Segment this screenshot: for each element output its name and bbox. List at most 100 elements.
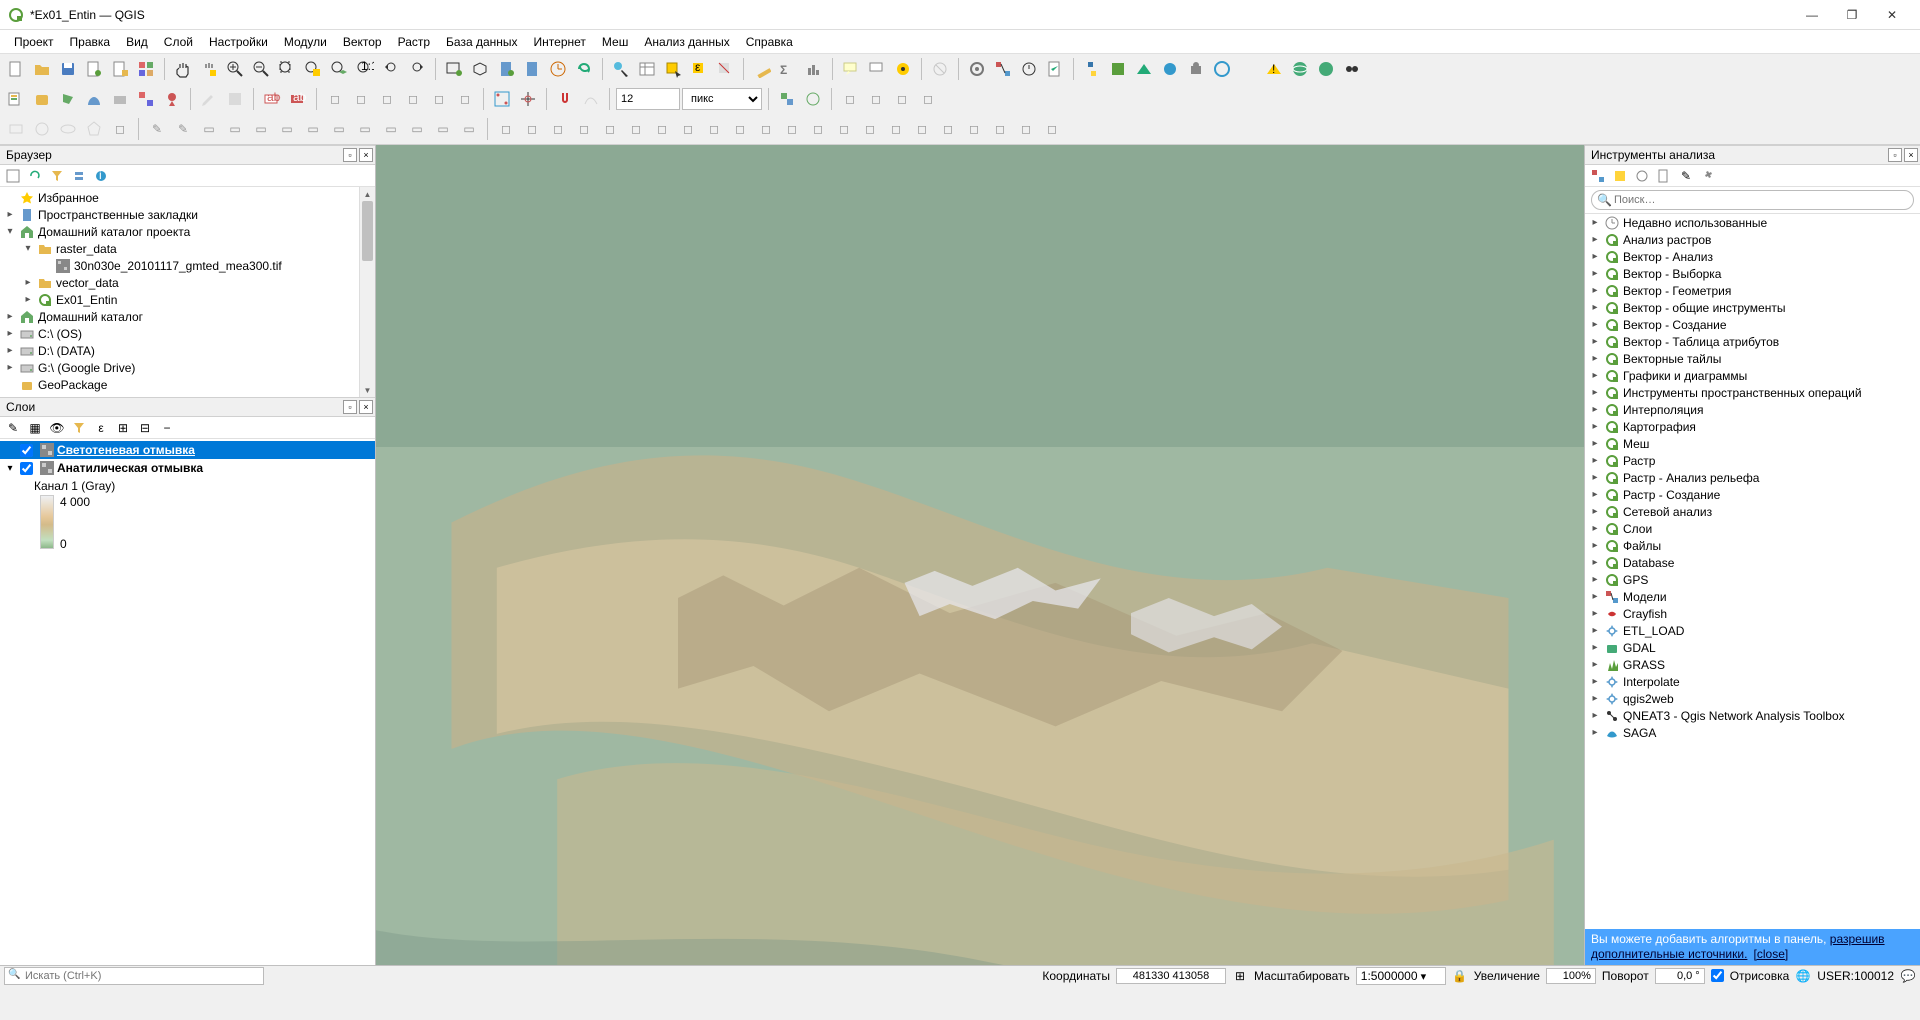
new-project-button[interactable]: [4, 57, 28, 81]
processing-group[interactable]: ▸Векторные тайлы: [1585, 350, 1920, 367]
expand-icon[interactable]: ▸: [1589, 523, 1601, 534]
processing-group[interactable]: ▸Вектор - Таблица атрибутов: [1585, 333, 1920, 350]
expand-icon[interactable]: ▸: [1589, 727, 1601, 738]
topo-snap-button[interactable]: [801, 87, 825, 111]
expand-icon[interactable]: ▸: [1589, 336, 1601, 347]
browser-item[interactable]: ▸G:\ (Google Drive): [0, 359, 375, 376]
processing-group[interactable]: ▸Сетевой анализ: [1585, 503, 1920, 520]
toolbox-button[interactable]: [965, 57, 989, 81]
extents-icon[interactable]: ⊞: [1232, 968, 1248, 984]
browser-filter-button[interactable]: [48, 167, 66, 185]
processing-group[interactable]: ▸Интерполяция: [1585, 401, 1920, 418]
expand-icon[interactable]: ▸: [1589, 506, 1601, 517]
expand-icon[interactable]: ▸: [1589, 574, 1601, 585]
menu-edit[interactable]: Правка: [62, 33, 119, 51]
messages-icon[interactable]: 💬: [1900, 968, 1916, 984]
scale-value[interactable]: 1:5000000 ▾: [1356, 967, 1446, 985]
browser-item[interactable]: ▸D:\ (DATA): [0, 342, 375, 359]
menu-mesh[interactable]: Меш: [594, 33, 636, 51]
processing-group[interactable]: ▸Растр - Анализ рельефа: [1585, 469, 1920, 486]
expand-icon[interactable]: ▸: [4, 345, 16, 356]
menu-vector[interactable]: Вектор: [335, 33, 390, 51]
refresh-button[interactable]: [572, 57, 596, 81]
browser-item[interactable]: Избранное: [0, 189, 375, 206]
python-console-button[interactable]: [1080, 57, 1104, 81]
new-virtual-layer-button[interactable]: [134, 87, 158, 111]
pan-button[interactable]: [171, 57, 195, 81]
expand-icon[interactable]: ▸: [1589, 268, 1601, 279]
show-decorations-button[interactable]: [891, 57, 915, 81]
expand-icon[interactable]: ▸: [1589, 710, 1601, 721]
menu-database[interactable]: База данных: [438, 33, 525, 51]
expand-icon[interactable]: ▸: [1589, 370, 1601, 381]
georef-button[interactable]: [490, 87, 514, 111]
menu-settings[interactable]: Настройки: [201, 33, 276, 51]
scroll-down-icon[interactable]: ▼: [360, 383, 375, 397]
layers-remove-button[interactable]: −: [158, 419, 176, 437]
zoom-to-selection-button[interactable]: [301, 57, 325, 81]
history-button[interactable]: [1017, 57, 1041, 81]
processing-group[interactable]: ▸Файлы: [1585, 537, 1920, 554]
expand-icon[interactable]: ▸: [4, 328, 16, 339]
browser-undock-button[interactable]: ▫: [343, 148, 357, 162]
new-shapefile-button[interactable]: [56, 87, 80, 111]
proc-results-button[interactable]: [1655, 167, 1673, 185]
layers-close-button[interactable]: ×: [359, 400, 373, 414]
expand-icon[interactable]: ▸: [1589, 421, 1601, 432]
processing-group[interactable]: ▸Графики и диаграммы: [1585, 367, 1920, 384]
maptips-button[interactable]: [839, 57, 863, 81]
plugin-button-5[interactable]: [1210, 57, 1234, 81]
browser-scrollbar[interactable]: ▲ ▼: [359, 187, 375, 397]
new-map-view-button[interactable]: [442, 57, 466, 81]
render-checkbox[interactable]: [1711, 969, 1724, 982]
expand-icon[interactable]: ▸: [1589, 404, 1601, 415]
new-gps-layer-button[interactable]: [160, 87, 184, 111]
expand-icon[interactable]: ▸: [1589, 557, 1601, 568]
proc-model-button[interactable]: [1589, 167, 1607, 185]
user-label[interactable]: USER:100012: [1817, 969, 1894, 983]
menu-help[interactable]: Справка: [738, 33, 801, 51]
show-bookmarks-button[interactable]: [520, 57, 544, 81]
temporal-button[interactable]: [546, 57, 570, 81]
layout-manager-button[interactable]: [108, 57, 132, 81]
label-toolbar-2[interactable]: abc: [286, 87, 310, 111]
processing-group[interactable]: ▸Модели: [1585, 588, 1920, 605]
layers-visibility-button[interactable]: 👁: [48, 419, 66, 437]
processing-group[interactable]: ▸Вектор - Создание: [1585, 316, 1920, 333]
toggle-editing-button[interactable]: [197, 87, 221, 111]
mag-value[interactable]: 100%: [1546, 968, 1596, 984]
proc-history-button[interactable]: [1633, 167, 1651, 185]
label-toolbar-1[interactable]: abc: [260, 87, 284, 111]
identify-button[interactable]: [609, 57, 633, 81]
expand-icon[interactable]: ▾: [22, 243, 34, 254]
pan-to-selection-button[interactable]: [197, 57, 221, 81]
processing-group[interactable]: ▸Анализ растров: [1585, 231, 1920, 248]
select-features-button[interactable]: [661, 57, 685, 81]
rot-value[interactable]: 0,0 °: [1655, 968, 1705, 984]
select-by-value-button[interactable]: ε: [687, 57, 711, 81]
expand-icon[interactable]: ▾: [4, 226, 16, 237]
menu-raster[interactable]: Растр: [390, 33, 438, 51]
layer-row-hillshade[interactable]: Светотеневая отмывка: [0, 441, 375, 459]
expand-icon[interactable]: ▸: [1589, 285, 1601, 296]
zoom-full-button[interactable]: [275, 57, 299, 81]
new-spatialite-button[interactable]: [82, 87, 106, 111]
coord-capture-button[interactable]: [516, 87, 540, 111]
processing-group[interactable]: ▸qgis2web: [1585, 690, 1920, 707]
minimize-button[interactable]: —: [1792, 0, 1832, 30]
browser-refresh-button[interactable]: [26, 167, 44, 185]
browser-item[interactable]: ▸Домашний каталог: [0, 308, 375, 325]
expand-icon[interactable]: ▸: [1589, 591, 1601, 602]
new-geopackage-button[interactable]: [30, 87, 54, 111]
layers-add-group-button[interactable]: ▦: [26, 419, 44, 437]
plugin-button-2[interactable]: [1132, 57, 1156, 81]
field-calculator-button[interactable]: Σ: [776, 57, 800, 81]
expand-icon[interactable]: ▸: [1589, 659, 1601, 670]
plugin-button-4[interactable]: [1184, 57, 1208, 81]
browser-item[interactable]: ▾raster_data: [0, 240, 375, 257]
expand-icon[interactable]: ▸: [22, 277, 34, 288]
menu-analysis[interactable]: Анализ данных: [636, 33, 737, 51]
zoom-in-button[interactable]: [223, 57, 247, 81]
layers-undock-button[interactable]: ▫: [343, 400, 357, 414]
deselect-all-button[interactable]: [713, 57, 737, 81]
